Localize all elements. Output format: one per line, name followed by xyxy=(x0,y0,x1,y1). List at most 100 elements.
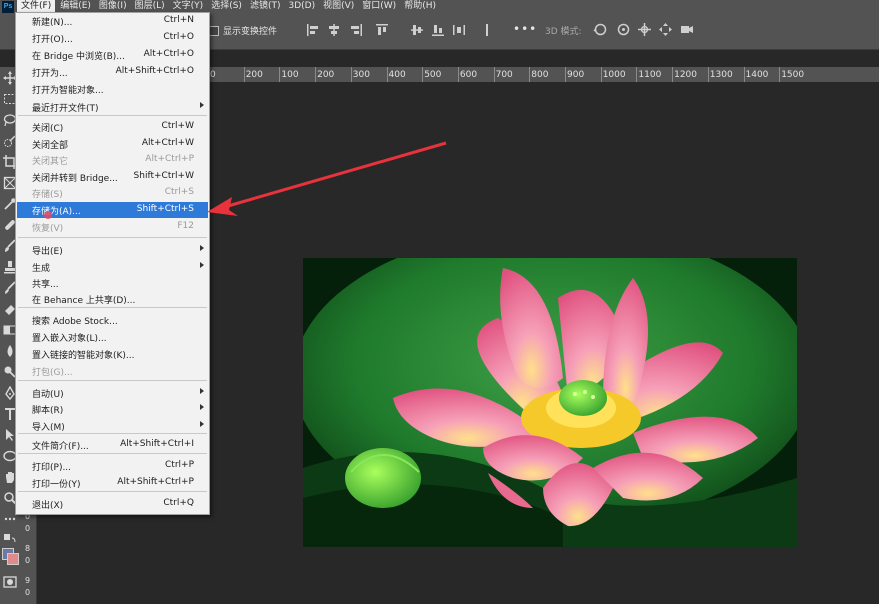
file-menu-item[interactable]: 在 Bridge 中浏览(B)... Alt+Ctrl+O xyxy=(17,47,208,63)
menu-separator xyxy=(18,491,207,492)
menu-separator xyxy=(18,453,207,454)
file-menu-item[interactable]: 置入嵌入对象(L)... xyxy=(17,329,208,345)
slide-3d-icon[interactable] xyxy=(658,22,673,37)
menu-item-shortcut: Ctrl+P xyxy=(165,460,194,470)
align-top-icon[interactable] xyxy=(375,23,389,37)
menu-item-shortcut: Ctrl+S xyxy=(164,187,194,197)
ruler-tick-label: 200 xyxy=(317,70,335,80)
menu-separator xyxy=(18,380,207,381)
file-menu-item[interactable]: 关闭全部 Alt+Ctrl+W xyxy=(17,136,208,152)
menu-item-label: 新建(N)... xyxy=(32,18,73,28)
menu-item-shortcut: Ctrl+Q xyxy=(163,498,194,508)
file-menu-item[interactable]: 自动(U) xyxy=(17,385,208,401)
file-menu-item[interactable]: 共享... xyxy=(17,275,208,291)
file-menu-item[interactable]: 关闭并转到 Bridge... Shift+Ctrl+W xyxy=(17,169,208,185)
photoshop-logo-icon: Ps xyxy=(2,0,14,13)
menu-item-shortcut: Shift+Ctrl+W xyxy=(133,171,194,181)
file-menu-item[interactable]: 生成 xyxy=(17,259,208,275)
file-menu-item[interactable]: 在 Behance 上共享(D)... xyxy=(17,291,208,307)
menu-item-label: 导入(M) xyxy=(32,423,65,433)
ruler-tick-label: 900 xyxy=(567,70,585,80)
align-bottom-icon[interactable] xyxy=(431,23,445,37)
menu-item-label: 关闭其它 xyxy=(32,157,69,167)
file-menu-item[interactable]: 文件简介(F)... Alt+Shift+Ctrl+I xyxy=(17,437,208,453)
file-menu-item[interactable]: 最近打开文件(T) xyxy=(17,99,208,115)
file-menu-item[interactable]: 新建(N)... Ctrl+N xyxy=(17,13,208,29)
default-colors-icon[interactable] xyxy=(3,533,17,547)
file-menu-item[interactable]: 退出(X) Ctrl+Q xyxy=(17,496,208,512)
file-menu-item[interactable]: 导入(M) xyxy=(17,418,208,434)
scale-3d-icon[interactable] xyxy=(679,22,694,37)
ruler-tick-label: 300 xyxy=(352,70,370,80)
file-menu-item[interactable]: 打开(O)... Ctrl+O xyxy=(17,30,208,46)
background-color-swatch[interactable] xyxy=(7,553,19,565)
align-left-icon[interactable] xyxy=(306,23,320,37)
file-menu-item[interactable]: 打印一份(Y) Alt+Shift+Ctrl+P xyxy=(17,475,208,491)
menu-item-5[interactable]: 选择(S) xyxy=(207,0,246,13)
menu-item-shortcut: Ctrl+W xyxy=(161,121,194,131)
roll-3d-icon[interactable] xyxy=(616,22,631,37)
3d-mode-label: 3D 模式: xyxy=(545,27,582,37)
menu-item-label: 关闭(C) xyxy=(32,124,64,134)
menu-item-label: 共享... xyxy=(32,280,59,290)
file-menu-item[interactable]: 搜索 Adobe Stock... xyxy=(17,312,208,328)
menu-item-7[interactable]: 3D(D) xyxy=(284,0,319,13)
file-menu-item[interactable]: 导出(E) xyxy=(17,242,208,258)
ruler-tick-line xyxy=(315,67,317,82)
distribute-spacing-icon[interactable] xyxy=(480,23,494,37)
submenu-arrow-icon xyxy=(200,421,204,427)
file-menu-item: 打包(G)... xyxy=(17,363,208,379)
menu-item-label: 恢复(V) xyxy=(32,224,64,234)
show-transform-checkbox[interactable] xyxy=(209,26,219,36)
ruler-tick-line xyxy=(529,67,531,82)
menu-item-label: 生成 xyxy=(32,264,51,274)
menu-item-shortcut: Alt+Ctrl+P xyxy=(145,154,194,164)
ruler-tick-label: 600 xyxy=(459,70,478,80)
ruler-tick-line xyxy=(350,67,352,82)
ruler-tick-label: 1300 xyxy=(709,70,733,80)
menu-item-label: 打包(G)... xyxy=(32,368,73,378)
ruler-tick-label: 400 xyxy=(388,70,406,80)
ruler-tick-line xyxy=(422,67,424,82)
menu-item-label: 存储(S) xyxy=(32,190,63,200)
menu-item-shortcut: Ctrl+O xyxy=(163,32,194,42)
menu-item-shortcut: F12 xyxy=(177,221,194,231)
ruler-tick-line xyxy=(386,67,388,82)
pan-3d-icon[interactable] xyxy=(637,22,652,37)
menu-item-10[interactable]: 帮助(H) xyxy=(400,0,440,13)
quick-mask-icon[interactable] xyxy=(3,575,17,589)
menu-item-label: 打开为... xyxy=(32,69,68,79)
menu-item-label: 置入链接的智能对象(K)... xyxy=(32,351,135,361)
menu-item-label: 在 Behance 上共享(D)... xyxy=(32,296,136,306)
menu-item-shortcut: Alt+Ctrl+W xyxy=(141,138,194,148)
menu-item-label: 关闭并转到 Bridge... xyxy=(32,174,118,184)
menu-separator xyxy=(18,307,207,308)
menu-item-label: 文件简介(F)... xyxy=(32,442,89,452)
file-menu-item[interactable]: 脚本(R) xyxy=(17,401,208,417)
align-center-icon[interactable] xyxy=(327,23,341,37)
ruler-tick-line xyxy=(493,67,495,82)
menu-item-8[interactable]: 视图(V) xyxy=(319,0,358,13)
menu-item-6[interactable]: 滤镜(T) xyxy=(246,0,285,13)
file-menu-item[interactable]: 打开为智能对象... xyxy=(17,81,208,97)
ruler-tick-label: 1200 xyxy=(674,70,697,80)
menu-item-label: 打开为智能对象... xyxy=(32,86,104,96)
file-menu-item[interactable]: 打开为... Alt+Shift+Ctrl+O xyxy=(17,64,208,80)
menu-item-label: 在 Bridge 中浏览(B)... xyxy=(32,52,125,62)
orbit-3d-icon[interactable] xyxy=(593,22,608,37)
align-right-icon[interactable] xyxy=(349,23,363,37)
file-menu-item: 关闭其它 Alt+Ctrl+P xyxy=(17,152,208,168)
distribute-icon[interactable] xyxy=(452,23,466,37)
more-options-button[interactable]: ••• xyxy=(513,22,537,36)
vertical-ruler-label: 8 xyxy=(25,544,31,553)
menu-item-label: 关闭全部 xyxy=(32,141,69,151)
file-menu-item[interactable]: 置入链接的智能对象(K)... xyxy=(17,346,208,362)
align-vertical-center-icon[interactable] xyxy=(410,23,424,37)
menu-item-label: 自动(U) xyxy=(32,390,64,400)
file-menu-item[interactable]: 关闭(C) Ctrl+W xyxy=(17,119,208,135)
submenu-arrow-icon xyxy=(200,262,204,268)
ruler-tick-label: 500 xyxy=(424,70,442,80)
menu-item-9[interactable]: 窗口(W) xyxy=(358,0,400,13)
menu-item-label: 最近打开文件(T) xyxy=(32,104,99,114)
file-menu-item[interactable]: 打印(P)... Ctrl+P xyxy=(17,458,208,474)
